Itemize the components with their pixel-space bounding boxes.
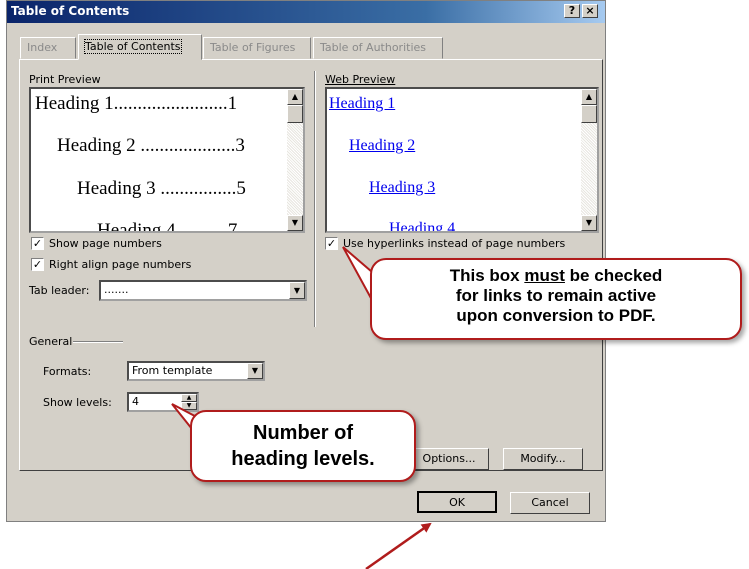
hyperlink-callout-line-3: upon conversion to PDF. [456, 306, 656, 325]
tab-table-of-contents[interactable]: Table of Contents [78, 34, 202, 60]
hyperlink-callout: This box must be checked for links to re… [370, 258, 742, 340]
levels-callout: Number of heading levels. [190, 410, 416, 482]
levels-callout-line-1: Number of [253, 422, 353, 444]
hyperlink-callout-line-2: for links to remain active [455, 286, 657, 305]
tab-table-of-contents-label: Table of Contents [84, 39, 182, 54]
levels-callout-line-2: heading levels. [231, 448, 375, 470]
hyperlink-callout-line-1: This box must be checked [449, 266, 663, 285]
ok-arrow [365, 522, 432, 569]
